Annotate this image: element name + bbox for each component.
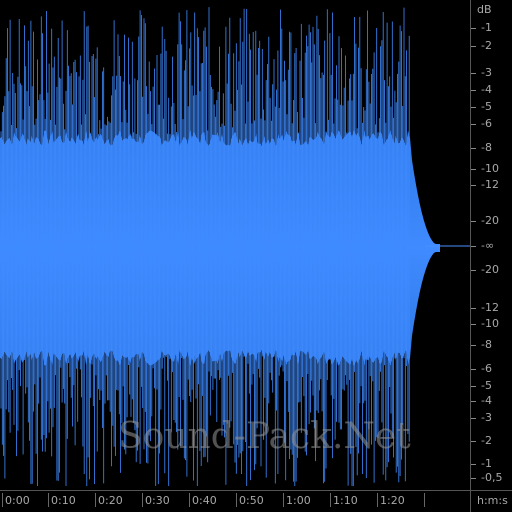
time-tick bbox=[189, 493, 190, 507]
db-tick bbox=[471, 401, 476, 402]
watermark-text: Sound-Pack.Net bbox=[118, 416, 411, 457]
db-tick bbox=[471, 270, 476, 271]
time-unit-label: h:m:s bbox=[470, 490, 512, 512]
db-tick bbox=[471, 478, 476, 479]
time-tick-label: 0:10 bbox=[51, 494, 76, 507]
time-tick-label: 0:00 bbox=[5, 494, 30, 507]
db-tick-label: -20 bbox=[481, 263, 499, 276]
db-tick bbox=[471, 124, 476, 125]
db-tick-label: -20 bbox=[481, 214, 499, 227]
db-tick bbox=[471, 107, 476, 108]
time-tick bbox=[424, 493, 425, 507]
db-tick-label: -2 bbox=[481, 39, 492, 52]
time-tick bbox=[236, 493, 237, 507]
db-tick bbox=[471, 246, 476, 247]
time-tick-label: 1:00 bbox=[286, 494, 311, 507]
db-tick-label: -8 bbox=[481, 338, 492, 351]
db-tick bbox=[471, 324, 476, 325]
db-tick-label: -12 bbox=[481, 301, 499, 314]
time-tick bbox=[2, 493, 3, 507]
db-tick-label: -1 bbox=[481, 21, 492, 34]
db-tick-label: -10 bbox=[481, 162, 499, 175]
time-tick bbox=[142, 493, 143, 507]
db-tick-label: -0,5 bbox=[481, 471, 503, 484]
db-tick-label: -10 bbox=[481, 317, 499, 330]
db-tick bbox=[471, 73, 476, 74]
db-tick-label: -∞ bbox=[481, 239, 495, 252]
time-tick-label: 0:50 bbox=[239, 494, 264, 507]
time-tick bbox=[377, 493, 378, 507]
time-tick-label: 1:20 bbox=[380, 494, 405, 507]
db-unit-label: dB bbox=[477, 3, 492, 16]
db-tick bbox=[471, 369, 476, 370]
db-tick bbox=[471, 464, 476, 465]
db-tick bbox=[471, 441, 476, 442]
time-tick bbox=[330, 493, 331, 507]
time-tick-label: 0:30 bbox=[145, 494, 170, 507]
db-tick-label: -6 bbox=[481, 362, 492, 375]
db-tick bbox=[471, 148, 476, 149]
db-tick-label: -8 bbox=[481, 141, 492, 154]
db-tick bbox=[471, 46, 476, 47]
db-tick bbox=[471, 386, 476, 387]
db-tick bbox=[471, 185, 476, 186]
db-tick-label: -4 bbox=[481, 83, 492, 96]
time-tick-label: 0:20 bbox=[98, 494, 123, 507]
db-tick bbox=[471, 28, 476, 29]
db-tick-label: -4 bbox=[481, 394, 492, 407]
db-tick bbox=[471, 90, 476, 91]
db-tick bbox=[471, 345, 476, 346]
db-tick-label: -6 bbox=[481, 117, 492, 130]
time-tick bbox=[48, 493, 49, 507]
db-tick-label: -2 bbox=[481, 434, 492, 447]
time-tick-label: 1:10 bbox=[333, 494, 358, 507]
time-tick bbox=[95, 493, 96, 507]
time-ruler: 0:00 0:10 0:20 0:30 0:40 0:50 1:00 1:10 1:20 bbox=[0, 490, 470, 512]
db-tick bbox=[471, 308, 476, 309]
db-tick-label: -1 bbox=[481, 457, 492, 470]
db-tick-label: -5 bbox=[481, 100, 492, 113]
db-scale-ruler: dB -1 -2 -3 -4 -5 -6 -8 -10 -12 -20 -∞ -20 -12 -10 -8 -… bbox=[470, 0, 512, 490]
time-tick bbox=[283, 493, 284, 507]
db-tick bbox=[471, 418, 476, 419]
db-tick-label: -3 bbox=[481, 411, 492, 424]
db-tick-label: -3 bbox=[481, 66, 492, 79]
db-tick bbox=[471, 221, 476, 222]
db-tick-label: -12 bbox=[481, 178, 499, 191]
db-tick-label: -5 bbox=[481, 379, 492, 392]
time-tick-label: 0:40 bbox=[192, 494, 217, 507]
db-tick bbox=[471, 169, 476, 170]
